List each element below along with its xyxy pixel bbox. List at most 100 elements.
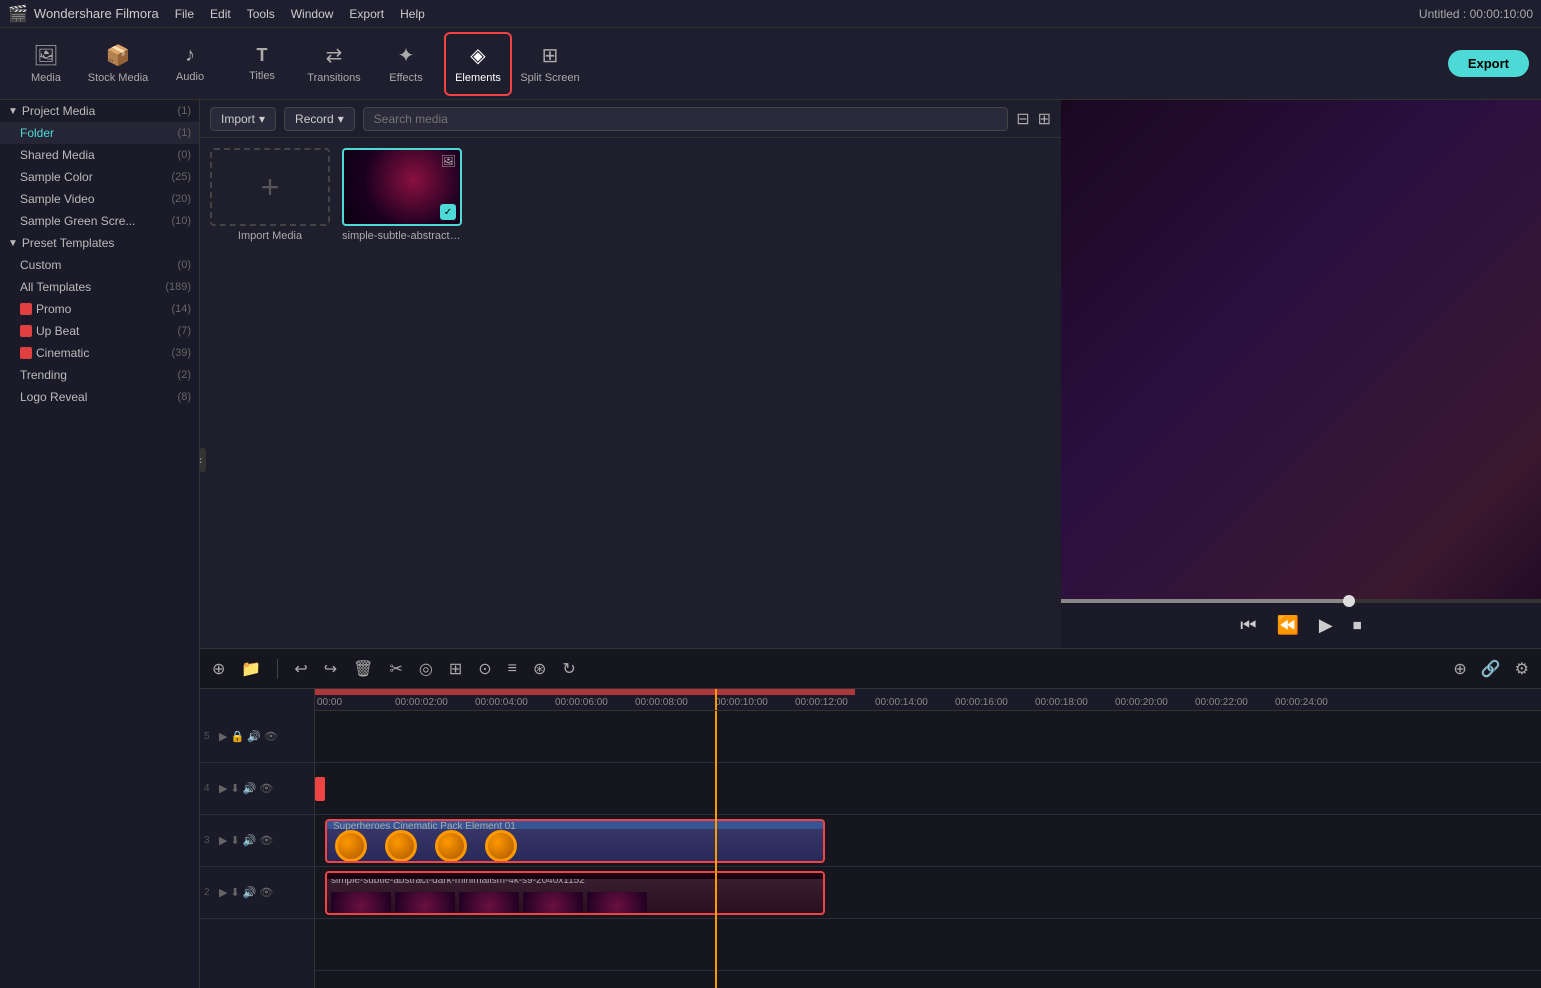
track5-lock-icon[interactable]: 🔒 xyxy=(230,730,244,743)
clip-superheroes[interactable]: Superheroes Cinematic Pack Element 01 xyxy=(325,819,825,863)
track2-eye-icon[interactable]: 👁 xyxy=(259,886,273,899)
toolbar-transitions[interactable]: ⇄ Transitions xyxy=(300,32,368,96)
clip-media-top xyxy=(327,873,823,879)
timeline-folder-button[interactable]: 📁 xyxy=(237,657,265,681)
cut-button[interactable]: ✂ xyxy=(385,657,406,681)
toolbar-titles[interactable]: T Titles xyxy=(228,32,296,96)
record-button[interactable]: Record ▾ xyxy=(284,107,355,131)
menu-edit[interactable]: Edit xyxy=(210,7,231,21)
sidebar-item-trending[interactable]: Trending (2) xyxy=(0,364,199,386)
export-button[interactable]: Export xyxy=(1448,50,1529,77)
undo-button[interactable]: ↩ xyxy=(290,657,311,681)
track-row-2[interactable]: simple-subtle-abstract-dark-minimalism-4… xyxy=(315,867,1541,919)
filter-icon[interactable]: ⊟ xyxy=(1016,109,1029,129)
preview-video xyxy=(1061,100,1541,603)
track2-down-icon[interactable]: ⬇ xyxy=(230,886,239,899)
menu-window[interactable]: Window xyxy=(291,7,334,21)
toolbar-stock-media[interactable]: 📦 Stock Media xyxy=(84,32,152,96)
menu-tools[interactable]: Tools xyxy=(247,7,275,21)
timeline-link-button[interactable]: 🔗 xyxy=(1477,657,1505,681)
search-input[interactable] xyxy=(363,107,1008,131)
menu-help[interactable]: Help xyxy=(400,7,425,21)
stabilize-button[interactable]: ≡ xyxy=(504,658,521,680)
track4-eye-icon[interactable]: 👁 xyxy=(259,782,273,795)
menu-file[interactable]: File xyxy=(175,7,194,21)
media-item-1[interactable]: 🖼 ✓ simple-subtle-abstract-d... xyxy=(342,148,462,242)
sidebar-item-cinematic[interactable]: Cinematic (39) xyxy=(0,342,199,364)
timeline-snap-button[interactable]: ⊕ xyxy=(1449,657,1470,681)
sidebar-project-media[interactable]: ▼ Project Media (1) xyxy=(0,100,199,122)
track3-eye-icon[interactable]: 👁 xyxy=(259,834,273,847)
track5-audio-icon[interactable]: 🔊 xyxy=(247,730,261,743)
transitions-icon: ⇄ xyxy=(326,43,343,68)
track4-audio-icon[interactable]: 🔊 xyxy=(243,782,257,795)
sidebar-item-sample-color[interactable]: Sample Color (25) xyxy=(0,166,199,188)
track4-play-icon[interactable]: ▶ xyxy=(219,782,227,795)
effects-icon: ✦ xyxy=(398,43,415,68)
grid-view-icon[interactable]: ⊞ xyxy=(1038,109,1051,129)
elements-icon: ◈ xyxy=(470,43,485,68)
track3-play-icon[interactable]: ▶ xyxy=(219,834,227,847)
media-thumbnail-1[interactable]: 🖼 ✓ xyxy=(342,148,462,226)
track3-down-icon[interactable]: ⬇ xyxy=(230,834,239,847)
sidebar-item-all-templates[interactable]: All Templates (189) xyxy=(0,276,199,298)
preview-stop-button[interactable]: ⏹ xyxy=(1349,611,1366,640)
preview-rewind-button[interactable]: ⏮ xyxy=(1236,611,1260,640)
timeline-main: 00:00 00:00:02:00 00:00:04:00 00:00:06:0… xyxy=(315,689,1541,988)
track2-audio-icon[interactable]: 🔊 xyxy=(243,886,257,899)
preview-controls: ⏮ ⏪ ▶ ⏹ xyxy=(1061,603,1541,648)
timeline-new-button[interactable]: ⊕ xyxy=(208,657,229,681)
preview-back-button[interactable]: ⏪ xyxy=(1272,611,1302,640)
sidebar-item-up-beat[interactable]: Up Beat (7) xyxy=(0,320,199,342)
sidebar-preset-templates[interactable]: ▼ Preset Templates xyxy=(0,232,199,254)
timeline-settings-button[interactable]: ⚙ xyxy=(1511,657,1533,681)
menu-bar: 🎬 Wondershare Filmora File Edit Tools Wi… xyxy=(0,0,1541,28)
sidebar-item-promo[interactable]: Promo (14) xyxy=(0,298,199,320)
track-row-1[interactable] xyxy=(315,919,1541,971)
track5-eye-icon[interactable]: 👁 xyxy=(264,730,278,743)
toolbar-media[interactable]: 🖼 Media xyxy=(12,32,80,96)
track-row-4[interactable] xyxy=(315,763,1541,815)
import-media-item[interactable]: + Import Media xyxy=(210,148,330,242)
toolbar-elements[interactable]: ◈ Elements xyxy=(444,32,512,96)
preview-play-button[interactable]: ▶ xyxy=(1315,611,1337,640)
menu-export[interactable]: Export xyxy=(349,7,384,21)
circle-3 xyxy=(435,830,467,862)
track4-small-clip[interactable] xyxy=(315,777,325,801)
sidebar-collapse-button[interactable]: ‹ xyxy=(200,448,206,472)
track-header-3: 3 ▶ ⬇ 🔊 👁 xyxy=(200,815,314,867)
track4-down-icon[interactable]: ⬇ xyxy=(230,782,239,795)
sidebar-item-sample-video[interactable]: Sample Video (20) xyxy=(0,188,199,210)
red-range-indicator xyxy=(315,689,855,695)
sidebar-item-shared-media[interactable]: Shared Media (0) xyxy=(0,144,199,166)
media-thumb-preview-1 xyxy=(331,892,391,915)
media-thumb-preview-5 xyxy=(587,892,647,915)
track2-play-icon[interactable]: ▶ xyxy=(219,886,227,899)
toolbar-effects[interactable]: ✦ Effects xyxy=(372,32,440,96)
sidebar-item-custom[interactable]: Custom (0) xyxy=(0,254,199,276)
sidebar-item-folder[interactable]: Folder (1) xyxy=(0,122,199,144)
delete-button[interactable]: 🗑 xyxy=(349,657,377,681)
crop-button[interactable]: ⊞ xyxy=(445,657,466,681)
sidebar-item-logo-reveal[interactable]: Logo Reveal (8) xyxy=(0,386,199,408)
toolbar-split-screen[interactable]: ⊞ Split Screen xyxy=(516,32,584,96)
toolbar-audio[interactable]: ♪ Audio xyxy=(156,32,224,96)
ripple-button[interactable]: ◎ xyxy=(415,657,437,681)
track3-audio-icon[interactable]: 🔊 xyxy=(243,834,257,847)
redo-button[interactable]: ↪ xyxy=(320,657,341,681)
sidebar-item-sample-green[interactable]: Sample Green Scre... (10) xyxy=(0,210,199,232)
clip-media[interactable]: simple-subtle-abstract-dark-minimalism-4… xyxy=(325,871,825,915)
main-toolbar: 🖼 Media 📦 Stock Media ♪ Audio T Titles ⇄… xyxy=(0,28,1541,100)
adjust-button[interactable]: ⊛ xyxy=(529,657,550,681)
speed-button[interactable]: ⊙ xyxy=(474,657,495,681)
import-button[interactable]: Import ▾ xyxy=(210,107,276,131)
import-placeholder[interactable]: + xyxy=(210,148,330,226)
ai-button[interactable]: ↻ xyxy=(558,657,579,681)
track5-play-icon[interactable]: ▶ xyxy=(219,730,227,743)
preview-scrubber[interactable] xyxy=(1343,595,1355,607)
track-row-3[interactable]: Superheroes Cinematic Pack Element 01 xyxy=(315,815,1541,867)
content-toolbar: Import ▾ Record ▾ ⊟ ⊞ xyxy=(200,100,1061,138)
track-row-5[interactable] xyxy=(315,711,1541,763)
media-icon: 🖼 xyxy=(33,43,58,68)
toolbar-right: Export xyxy=(1448,50,1529,77)
